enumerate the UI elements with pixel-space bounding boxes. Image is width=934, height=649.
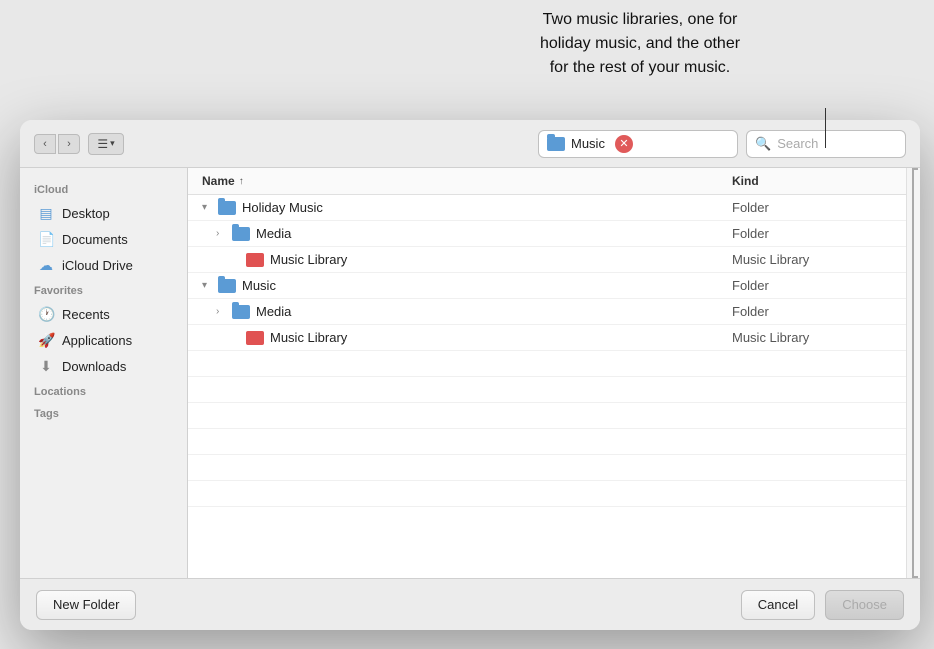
- file-list-header: Name ↑ Kind: [188, 168, 906, 195]
- folder-icon: [218, 279, 236, 293]
- table-row[interactable]: ▾ Holiday Music Folder: [188, 195, 906, 221]
- sidebar-section-locations: Locations: [20, 380, 187, 402]
- back-button[interactable]: ‹: [34, 134, 56, 154]
- table-row[interactable]: Music Library Music Library: [188, 325, 906, 351]
- table-row[interactable]: › Media Folder: [188, 221, 906, 247]
- chevron-right-icon: ›: [216, 306, 226, 317]
- file-list: ▾ Holiday Music Folder › Media Folder: [188, 195, 906, 578]
- desktop-icon: ▤: [38, 205, 54, 222]
- sidebar-section-tags: Tags: [20, 402, 187, 424]
- location-name: Music: [571, 136, 605, 151]
- toolbar: ‹ › ☰ ▾ Music ✕ 🔍 Search: [20, 120, 920, 168]
- table-row-empty: [188, 429, 906, 455]
- search-bar[interactable]: 🔍 Search: [746, 130, 906, 158]
- table-row-empty: [188, 481, 906, 507]
- table-row[interactable]: › Media Folder: [188, 299, 906, 325]
- view-icon: ☰: [97, 137, 108, 151]
- table-row-empty: [188, 455, 906, 481]
- table-row[interactable]: Music Library Music Library: [188, 247, 906, 273]
- search-placeholder: Search: [777, 136, 818, 151]
- table-row-empty: [188, 351, 906, 377]
- file-list-area: Name ↑ Kind ▾ Holiday Music Folder: [188, 168, 906, 578]
- sidebar-item-icloud-drive[interactable]: ☁ iCloud Drive: [24, 253, 183, 278]
- recents-icon: 🕐: [38, 306, 54, 323]
- column-name-header[interactable]: Name ↑: [202, 174, 732, 188]
- sort-arrow-icon: ↑: [239, 176, 244, 187]
- chevron-down-icon: ▾: [202, 202, 212, 213]
- folder-icon: [232, 305, 250, 319]
- sidebar-item-downloads[interactable]: ⬇ Downloads: [24, 354, 183, 379]
- content-area: iCloud ▤ Desktop 📄 Documents ☁ iCloud Dr…: [20, 168, 920, 578]
- chevron-down-icon: ▾: [110, 138, 115, 149]
- sidebar-item-recents[interactable]: 🕐 Recents: [24, 302, 183, 327]
- forward-button[interactable]: ›: [58, 134, 80, 154]
- sidebar-section-favorites: Favorites: [20, 279, 187, 301]
- tooltip-text: Two music libraries, one for holiday mus…: [450, 8, 830, 80]
- table-row-empty: [188, 403, 906, 429]
- cancel-button[interactable]: Cancel: [741, 590, 815, 620]
- new-folder-button[interactable]: New Folder: [36, 590, 136, 620]
- tooltip-pointer: [825, 108, 826, 148]
- sidebar-item-desktop[interactable]: ▤ Desktop: [24, 201, 183, 226]
- nav-buttons: ‹ ›: [34, 134, 80, 154]
- action-buttons: Cancel Choose: [741, 590, 904, 620]
- table-row-empty: [188, 377, 906, 403]
- location-bar[interactable]: Music ✕: [538, 130, 738, 158]
- location-folder-icon: [547, 137, 565, 151]
- chevron-down-icon: ▾: [202, 280, 212, 291]
- table-row[interactable]: ▾ Music Folder: [188, 273, 906, 299]
- view-options-button[interactable]: ☰ ▾: [88, 133, 124, 155]
- music-library-icon: [246, 253, 264, 267]
- sidebar: iCloud ▤ Desktop 📄 Documents ☁ iCloud Dr…: [20, 168, 188, 578]
- icloud-icon: ☁: [38, 257, 54, 274]
- scrollbar-area[interactable]: [906, 168, 920, 578]
- search-icon: 🔍: [755, 136, 771, 152]
- location-clear-button[interactable]: ✕: [615, 135, 633, 153]
- applications-icon: 🚀: [38, 332, 54, 349]
- column-kind-header[interactable]: Kind: [732, 174, 892, 188]
- bottom-bar: New Folder Cancel Choose: [20, 578, 920, 630]
- sidebar-item-applications[interactable]: 🚀 Applications: [24, 328, 183, 353]
- chevron-right-icon: ›: [216, 228, 226, 239]
- sidebar-item-documents[interactable]: 📄 Documents: [24, 227, 183, 252]
- sidebar-section-icloud: iCloud: [20, 178, 187, 200]
- scrollbar-bracket: [912, 168, 918, 578]
- folder-icon: [232, 227, 250, 241]
- choose-button[interactable]: Choose: [825, 590, 904, 620]
- downloads-icon: ⬇: [38, 358, 54, 375]
- folder-icon: [218, 201, 236, 215]
- documents-icon: 📄: [38, 231, 54, 248]
- file-open-dialog: ‹ › ☰ ▾ Music ✕ 🔍 Search iCloud ▤ Deskto…: [20, 120, 920, 630]
- music-library-icon: [246, 331, 264, 345]
